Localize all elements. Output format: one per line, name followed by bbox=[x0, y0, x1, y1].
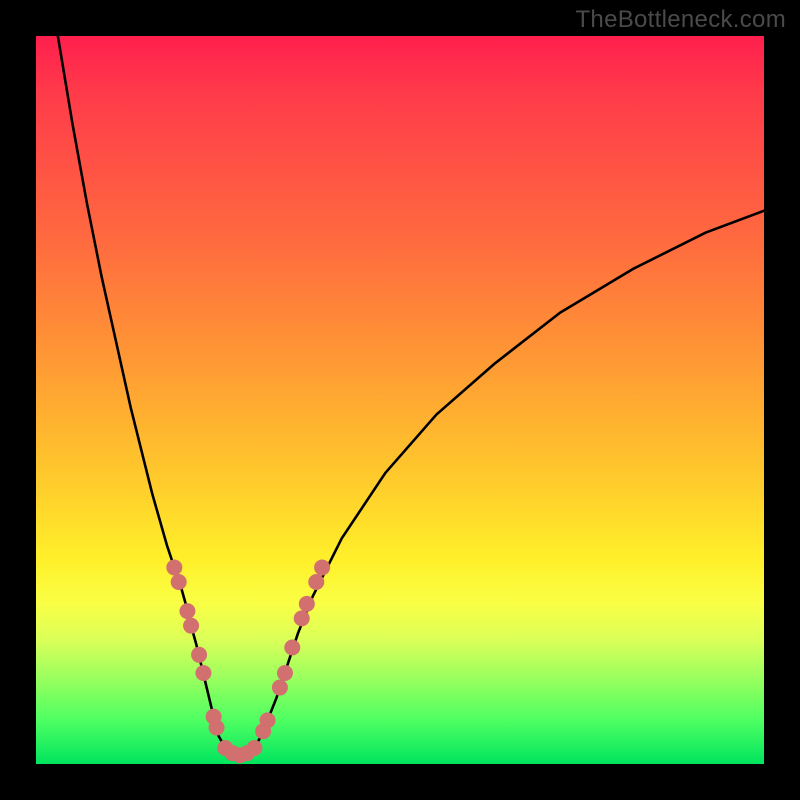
data-point-marker bbox=[246, 740, 262, 756]
data-point-marker bbox=[277, 665, 293, 681]
bottleneck-curve bbox=[58, 36, 764, 756]
marker-group bbox=[166, 559, 330, 763]
data-point-marker bbox=[294, 610, 310, 626]
data-point-marker bbox=[299, 596, 315, 612]
data-point-marker bbox=[260, 712, 276, 728]
data-point-marker bbox=[191, 647, 207, 663]
data-point-marker bbox=[272, 680, 288, 696]
attribution-watermark: TheBottleneck.com bbox=[575, 6, 786, 34]
chart-frame: TheBottleneck.com bbox=[0, 0, 800, 800]
data-point-marker bbox=[195, 665, 211, 681]
data-point-marker bbox=[314, 559, 330, 575]
curve-layer bbox=[36, 36, 764, 764]
data-point-marker bbox=[179, 603, 195, 619]
data-point-marker bbox=[209, 720, 225, 736]
data-point-marker bbox=[171, 574, 187, 590]
data-point-marker bbox=[308, 574, 324, 590]
data-point-marker bbox=[166, 559, 182, 575]
data-point-marker bbox=[284, 640, 300, 656]
data-point-marker bbox=[183, 618, 199, 634]
